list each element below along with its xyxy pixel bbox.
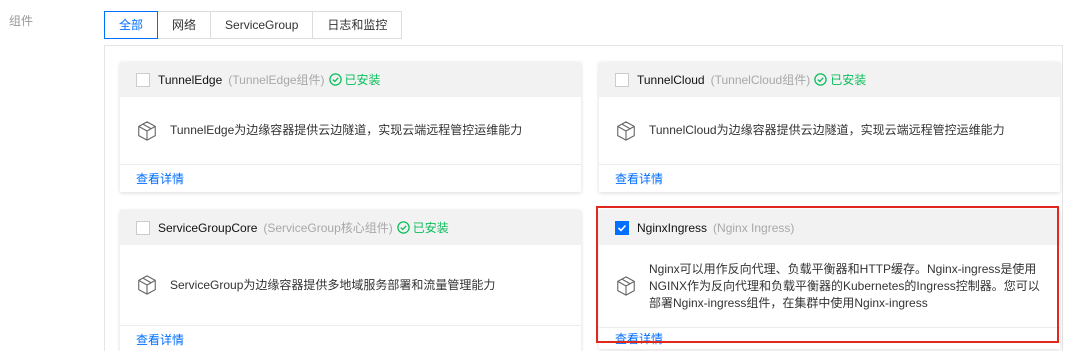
component-description: TunnelCloud为边缘容器提供云边隧道，实现云端远程管控运维能力 <box>649 123 1005 137</box>
card-body: ServiceGroup为边缘容器提供多地域服务部署和流量管理能力 <box>120 245 581 325</box>
cube-icon <box>138 120 156 141</box>
component-name: NginxIngress <box>637 220 708 235</box>
view-details-link[interactable]: 查看详情 <box>615 170 663 187</box>
component-subtitle: (ServiceGroup核心组件) <box>263 221 393 235</box>
tab-network[interactable]: 网络 <box>158 12 212 38</box>
tab-all[interactable]: 全部 <box>104 11 159 39</box>
component-card-nginxingress: NginxIngress (Nginx Ingress) Nginx可以用作反向… <box>599 210 1060 349</box>
card-body: Nginx可以用作反向代理、负载平衡器和HTTP缓存。Nginx-ingress… <box>599 245 1060 327</box>
card-body: TunnelCloud为边缘容器提供云边隧道，实现云端远程管控运维能力 <box>599 97 1060 164</box>
component-description: TunnelEdge为边缘容器提供云边隧道，实现云端远程管控运维能力 <box>170 123 523 137</box>
component-card-servicegroupcore: ServiceGroupCore (ServiceGroup核心组件) 已安装 … <box>120 210 581 351</box>
category-tabs: 全部 网络 ServiceGroup 日志和监控 <box>104 11 403 39</box>
tab-logging-monitoring[interactable]: 日志和监控 <box>313 12 402 38</box>
installed-label: 已安装 <box>830 73 867 87</box>
component-name: TunnelCloud <box>637 72 705 87</box>
card-footer: 查看详情 <box>120 164 581 192</box>
card-body: TunnelEdge为边缘容器提供云边隧道，实现云端远程管控运维能力 <box>120 97 581 164</box>
installed-status: 已安装 <box>328 71 381 88</box>
cube-icon <box>617 120 635 141</box>
card-header: ServiceGroupCore (ServiceGroup核心组件) 已安装 <box>120 210 581 245</box>
view-details-link[interactable]: 查看详情 <box>136 170 184 187</box>
component-description: Nginx可以用作反向代理、负载平衡器和HTTP缓存。Nginx-ingress… <box>649 261 1040 310</box>
component-subtitle: (TunnelCloud组件) <box>710 73 811 87</box>
components-label: 组件 <box>9 14 34 28</box>
installed-label: 已安装 <box>412 221 449 235</box>
select-checkbox[interactable] <box>615 72 629 87</box>
installed-status: 已安装 <box>396 219 449 236</box>
cube-icon <box>138 275 156 295</box>
card-header: TunnelCloud (TunnelCloud组件) 已安装 <box>599 62 1060 97</box>
installed-label: 已安装 <box>344 73 381 87</box>
card-header: TunnelEdge (TunnelEdge组件) 已安装 <box>120 62 581 97</box>
view-details-link[interactable]: 查看详情 <box>615 330 663 347</box>
card-header: NginxIngress (Nginx Ingress) <box>599 210 1060 245</box>
select-checkbox[interactable] <box>136 220 150 235</box>
component-name: TunnelEdge <box>158 72 223 87</box>
component-subtitle: (TunnelEdge组件) <box>228 73 325 87</box>
view-details-link[interactable]: 查看详情 <box>136 331 184 348</box>
installed-status: 已安装 <box>814 71 866 88</box>
select-checkbox[interactable] <box>615 220 629 235</box>
checkmark-icon <box>617 224 627 232</box>
component-subtitle: (Nginx Ingress) <box>713 220 795 235</box>
card-footer: 查看详情 <box>120 325 581 351</box>
card-footer: 查看详情 <box>599 327 1060 349</box>
check-circle-icon <box>396 221 410 234</box>
select-checkbox[interactable] <box>136 72 150 87</box>
check-circle-icon <box>328 73 342 86</box>
cube-icon <box>617 276 635 296</box>
component-card-tunneledge: TunnelEdge (TunnelEdge组件) 已安装 TunnelEdge… <box>120 62 581 192</box>
check-circle-icon <box>814 73 827 86</box>
component-card-tunnelcloud: TunnelCloud (TunnelCloud组件) 已安装 TunnelCl… <box>599 62 1060 192</box>
tab-servicegroup[interactable]: ServiceGroup <box>211 12 314 38</box>
card-footer: 查看详情 <box>599 164 1060 192</box>
component-description: ServiceGroup为边缘容器提供多地域服务部署和流量管理能力 <box>170 277 496 292</box>
component-name: ServiceGroupCore <box>158 220 258 235</box>
